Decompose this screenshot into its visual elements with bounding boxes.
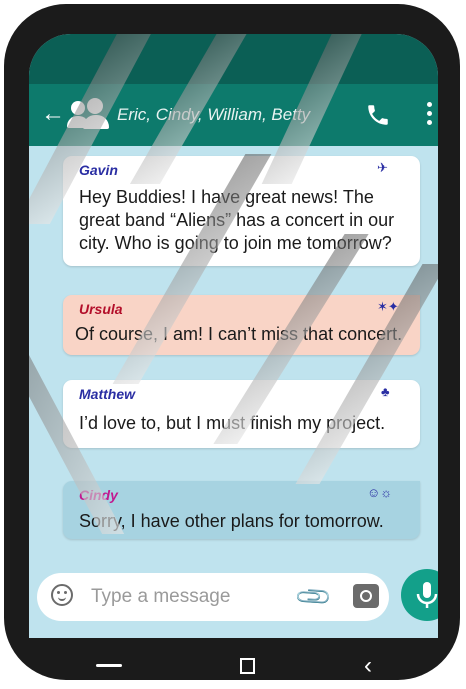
camera-icon[interactable] [353,584,379,608]
airplane-emoji: ✈ [377,160,388,175]
arrow-left-icon[interactable]: ← [41,102,65,126]
nav-recents-icon[interactable] [240,658,255,674]
message-input[interactable]: Type a message [91,586,230,608]
message-composer: Type a message 📎 [37,573,389,621]
sender-name: Ursula [79,301,123,317]
message-bubble[interactable]: Ursula ✶✦ Of course, I am! I can’t miss … [63,295,420,355]
emoji-icon[interactable] [51,584,73,606]
nav-home-icon[interactable] [96,664,122,667]
paperclip-icon[interactable]: 📎 [293,577,335,619]
message-line: Sorry, I have other plans for tomorrow. [79,511,384,531]
bomb-emoji: ♣ [381,384,390,399]
phone-icon[interactable] [365,102,391,128]
nav-back-icon[interactable]: ‹ [364,652,372,680]
microphone-icon [416,582,438,608]
smiley-emoji: ☺☼ [367,485,393,500]
message-line: Of course, I am! I can’t miss that conce… [75,324,403,344]
sender-name: Matthew [79,386,135,402]
chat-title[interactable]: Eric, Cindy, William, Betty [117,105,310,125]
sender-name: Gavin [79,162,118,178]
phone-frame: ← Eric, Cindy, William, Betty Gavin ✈ He… [4,4,460,680]
chat-screen: ← Eric, Cindy, William, Betty Gavin ✈ He… [29,34,438,638]
mic-button[interactable] [401,569,438,621]
more-vertical-icon[interactable] [427,102,433,126]
android-nav-bar: ‹ [4,638,466,689]
